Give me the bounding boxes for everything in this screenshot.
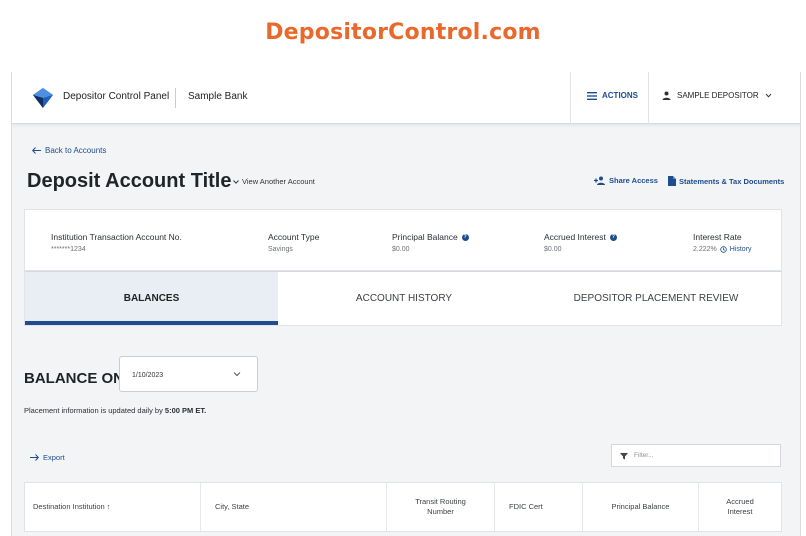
page-title: Deposit Account Title	[27, 170, 232, 192]
placement-note-text: Placement information is updated daily b…	[24, 406, 163, 415]
top-bar: Depositor Control Panel Sample Bank ACTI…	[12, 72, 800, 124]
header-separator	[570, 72, 571, 124]
balance-date-select[interactable]: 1/10/2023	[119, 356, 258, 392]
back-label: Back to Accounts	[45, 146, 107, 155]
chevron-down-icon	[233, 372, 241, 377]
actions-button[interactable]: ACTIONS	[587, 91, 638, 100]
placement-update-note: Placement information is updated daily b…	[24, 406, 206, 415]
col-fdic-cert[interactable]: FDIC Cert	[495, 483, 583, 531]
actions-label: ACTIONS	[602, 91, 638, 100]
col-destination-institution[interactable]: Destination Institution ↑	[25, 483, 201, 531]
filter-placeholder: Filter...	[634, 452, 654, 459]
info-icon[interactable]: ?	[461, 233, 469, 241]
col-transit-routing-number[interactable]: Transit Routing Number	[387, 483, 495, 531]
placements-table-header: Destination Institution ↑ City, State Tr…	[24, 482, 782, 532]
view-another-label: View Another Account	[242, 177, 315, 186]
app-window: Depositor Control Panel Sample Bank ACTI…	[11, 72, 801, 536]
header-separator	[648, 72, 649, 124]
accrued-interest-field: Accrued Interest ? $0.00	[544, 232, 617, 253]
principal-balance-field: Principal Balance ? $0.00	[392, 232, 469, 253]
info-icon[interactable]: ?	[609, 233, 617, 241]
history-link[interactable]: History	[730, 246, 752, 253]
placement-note-time: 5:00 PM ET.	[164, 406, 207, 415]
col-transit-routing-label: Transit Routing Number	[415, 497, 466, 516]
bank-name: Sample Bank	[188, 91, 248, 102]
account-type-label: Account Type	[268, 232, 320, 242]
interest-rate-field: Interest Rate 2.222% History	[693, 232, 752, 253]
history-icon	[720, 246, 727, 253]
accrued-interest-label: Accrued Interest	[544, 232, 606, 242]
chevron-down-icon	[765, 93, 772, 98]
account-summary-card: Institution Transaction Account No. ****…	[24, 209, 782, 271]
col-accrued-interest[interactable]: Accrued Interest	[699, 483, 781, 531]
statements-tax-documents-button[interactable]: Statements & Tax Documents	[668, 176, 784, 186]
interest-rate-label: Interest Rate	[693, 232, 742, 242]
site-title: DepositorControl.com	[265, 20, 541, 45]
header-divider	[175, 88, 176, 108]
chevron-down-icon	[233, 179, 239, 184]
principal-balance-header: Principal Balance ?	[392, 232, 469, 242]
back-to-accounts-link[interactable]: Back to Accounts	[32, 146, 106, 155]
arrow-left-icon	[32, 147, 41, 154]
tab-balances[interactable]: BALANCES	[25, 272, 278, 325]
user-label: SAMPLE DEPOSITOR	[677, 91, 759, 100]
accrued-interest-header: Accrued Interest ?	[544, 232, 617, 242]
statements-label: Statements & Tax Documents	[679, 176, 785, 186]
user-menu-button[interactable]: SAMPLE DEPOSITOR	[662, 91, 772, 100]
tab-depositor-placement-review[interactable]: DEPOSITOR PLACEMENT REVIEW	[530, 272, 782, 325]
col-city-state[interactable]: City, State	[201, 483, 387, 531]
accrued-interest-value: $0.00	[544, 246, 562, 253]
col-principal-balance[interactable]: Principal Balance	[583, 483, 699, 531]
logo-icon[interactable]	[32, 87, 54, 109]
view-another-account-dropdown[interactable]: View Another Account	[233, 177, 315, 186]
col-accrued-interest-label: Accrued Interest	[726, 497, 754, 516]
add-user-icon	[594, 176, 605, 185]
document-icon	[668, 176, 676, 186]
export-label: Export	[43, 453, 65, 462]
share-access-button[interactable]: Share Access	[594, 176, 658, 185]
balance-on-label: BALANCE ON	[24, 370, 124, 387]
txn-account-field: Institution Transaction Account No. ****…	[51, 232, 182, 253]
filter-input[interactable]: Filter...	[611, 444, 781, 467]
arrow-right-icon	[30, 454, 39, 461]
user-icon	[662, 91, 671, 100]
interest-rate-row: 2.222% History	[693, 246, 752, 253]
account-type-field: Account Type Savings	[268, 232, 319, 253]
filter-icon	[620, 453, 628, 460]
tab-account-history[interactable]: ACCOUNT HISTORY	[278, 272, 530, 325]
balance-date-value: 1/10/2023	[132, 372, 164, 379]
share-access-label: Share Access	[609, 176, 658, 185]
account-type-value: Savings	[268, 246, 293, 253]
app-name: Depositor Control Panel	[63, 91, 170, 102]
menu-icon	[587, 91, 597, 100]
principal-balance-value: $0.00	[392, 246, 410, 253]
txn-account-value: *******1234	[51, 246, 86, 253]
interest-rate-value: 2.222%	[693, 246, 717, 253]
account-tabs: BALANCES ACCOUNT HISTORY DEPOSITOR PLACE…	[24, 271, 782, 326]
principal-balance-label: Principal Balance	[392, 232, 458, 242]
txn-account-label: Institution Transaction Account No.	[51, 232, 182, 242]
export-button[interactable]: Export	[30, 453, 65, 462]
